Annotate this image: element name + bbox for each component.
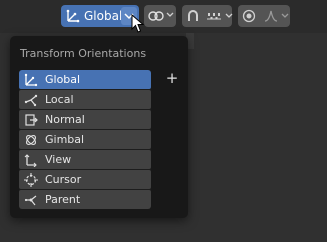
- mouse-pointer-icon: [131, 13, 145, 38]
- orientation-label: Global: [84, 9, 123, 23]
- chevron-down-icon: [281, 13, 289, 19]
- list-item-local[interactable]: Local: [19, 90, 151, 109]
- viewport-header: Global: [0, 0, 327, 33]
- transform-orientation-dropdown[interactable]: Global: [61, 5, 139, 27]
- local-axes-icon: [23, 92, 39, 108]
- snap-increment-icon[interactable]: [206, 9, 222, 23]
- chevron-down-icon: [225, 13, 233, 19]
- transform-orientations-popover: Transform Orientations + Global Local No…: [10, 36, 188, 218]
- add-orientation-button[interactable]: +: [164, 70, 180, 86]
- list-item-parent[interactable]: Parent: [19, 190, 151, 209]
- list-item-cursor[interactable]: Cursor: [19, 170, 151, 189]
- view-icon: [23, 152, 39, 168]
- transform-orientation-icon: [66, 9, 80, 23]
- cursor-icon: [23, 172, 39, 188]
- chevron-down-icon: [166, 11, 174, 21]
- parent-icon: [23, 192, 39, 208]
- proportional-editing-icon[interactable]: [242, 9, 256, 23]
- popover-title: Transform Orientations: [20, 47, 147, 60]
- list-item-label: Parent: [45, 193, 81, 206]
- list-item-label: Normal: [45, 113, 85, 126]
- list-item-view[interactable]: View: [19, 150, 151, 169]
- proportional-editing-group[interactable]: [238, 5, 290, 27]
- pivot-point-dropdown[interactable]: [144, 5, 176, 27]
- falloff-curve-icon[interactable]: [264, 9, 278, 23]
- gimbal-icon: [23, 132, 39, 148]
- global-axes-icon: [23, 72, 39, 88]
- list-item-label: Local: [45, 93, 74, 106]
- normal-icon: [23, 112, 39, 128]
- list-item-global[interactable]: Global: [19, 70, 151, 89]
- list-item-label: Gimbal: [45, 133, 85, 146]
- pivot-icon: [148, 9, 164, 23]
- snap-magnet-icon[interactable]: [186, 9, 200, 23]
- list-item-label: Global: [45, 73, 81, 86]
- list-item-label: Cursor: [45, 173, 82, 186]
- list-item-gimbal[interactable]: Gimbal: [19, 130, 151, 149]
- list-item-normal[interactable]: Normal: [19, 110, 151, 129]
- list-item-label: View: [45, 153, 72, 166]
- orientation-list: Global Local Normal Gimbal View Cursor P…: [19, 70, 151, 209]
- snapping-group[interactable]: [182, 5, 233, 27]
